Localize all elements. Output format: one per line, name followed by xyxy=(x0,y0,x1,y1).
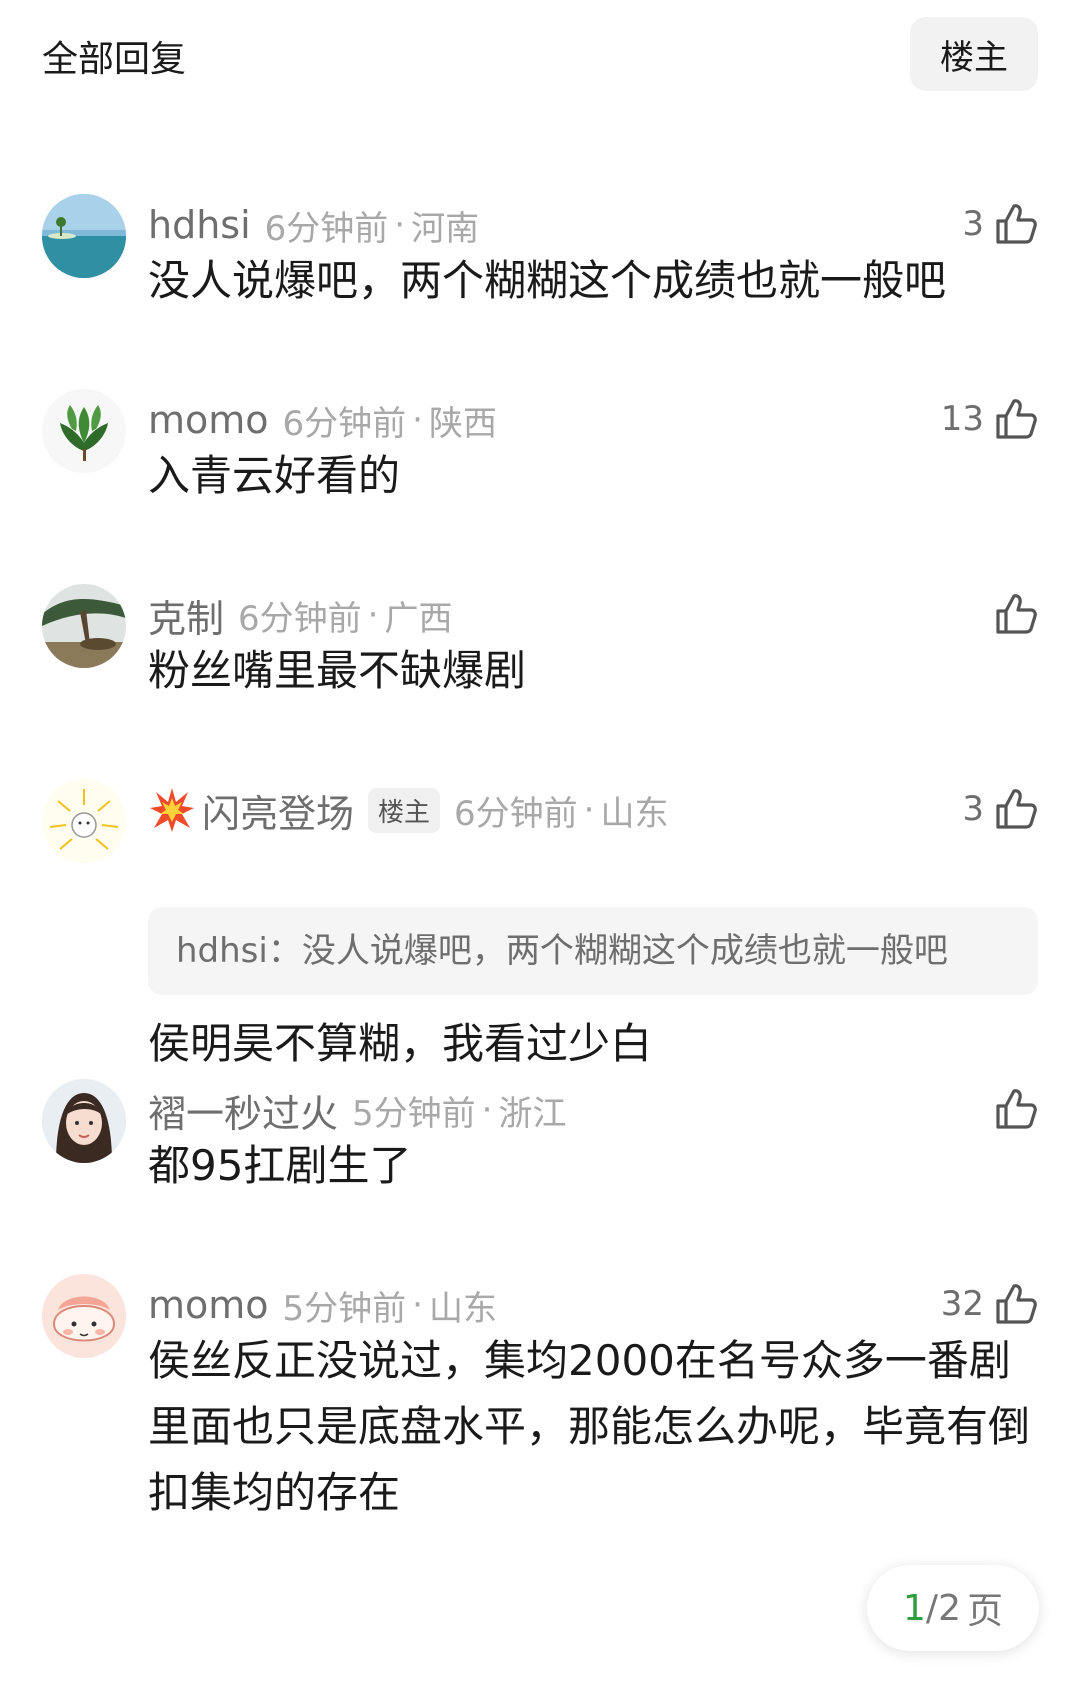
comment-item: momo 5分钟前 · 山东 32 侯丝反正没说过，集均2000在名号众多一番剧… xyxy=(0,1270,1080,1550)
comment-text: 侯明昊不算糊，我看过少白 xyxy=(148,1019,653,1068)
comment-meta: 褶一秒过火 5分钟前 · 浙江 xyxy=(148,1083,567,1138)
separator-dot: · xyxy=(583,790,595,830)
like-button[interactable] xyxy=(984,1081,1040,1137)
like-count: 32 xyxy=(940,1284,984,1324)
separator-dot: · xyxy=(367,595,379,635)
separator-dot: · xyxy=(412,1285,423,1325)
like-button[interactable] xyxy=(984,586,1040,642)
username[interactable]: hdhsi xyxy=(148,203,251,247)
comment-text: 粉丝嘴里最不缺爆剧 xyxy=(148,646,527,695)
comment-meta: momo 5分钟前 · 山东 xyxy=(148,1280,497,1330)
username[interactable]: momo xyxy=(148,398,269,442)
thumbs-up-icon xyxy=(996,594,1037,634)
avatar[interactable] xyxy=(42,584,126,668)
comment-region: 山东 xyxy=(428,1288,497,1329)
separator-dot: · xyxy=(412,400,423,440)
comment-text: 都95扛剧生了 xyxy=(148,1141,412,1190)
comment-text: 没人说爆吧，两个糊糊这个成绩也就一般吧 xyxy=(148,256,947,305)
page-unit: 页 xyxy=(966,1591,1003,1632)
op-badge: 楼主 xyxy=(368,787,441,833)
separator-dot: · xyxy=(394,205,406,245)
like-button[interactable]: 3 xyxy=(962,781,1040,837)
page-title: 全部回复 xyxy=(42,39,187,80)
comment-time: 5分钟前 xyxy=(282,1288,407,1329)
comment-region: 河南 xyxy=(411,208,480,249)
avatar[interactable] xyxy=(42,779,126,863)
comment-meta: 克制 6分钟前 · 广西 xyxy=(148,588,453,643)
like-button[interactable]: 13 xyxy=(941,391,1040,447)
like-button[interactable]: 3 xyxy=(962,196,1040,252)
page-indicator[interactable]: 1 / 2 页 xyxy=(867,1565,1039,1651)
thumbs-up-icon xyxy=(996,1284,1037,1324)
comment-item: momo 6分钟前 · 陕西 13 入青云好看的 xyxy=(0,385,1080,515)
username[interactable]: momo xyxy=(148,1283,269,1327)
quoted-reply[interactable]: hdhsi：没人说爆吧，两个糊糊这个成绩也就一般吧 xyxy=(148,907,1038,995)
thumbs-up-icon xyxy=(996,204,1037,244)
op-only-filter-button[interactable]: 楼主 xyxy=(910,17,1038,91)
like-count: 13 xyxy=(940,399,984,439)
comment-region: 浙江 xyxy=(498,1093,567,1134)
like-count: 3 xyxy=(962,204,984,244)
avatar[interactable] xyxy=(42,1079,126,1163)
comment-region: 广西 xyxy=(384,598,453,639)
comment-item: hdhsi 6分钟前 · 河南 3 没人说爆吧，两个糊糊这个成绩也就一般吧 xyxy=(0,190,1080,320)
comment-time: 6分钟前 xyxy=(264,208,389,249)
username[interactable]: 克制 xyxy=(148,588,224,643)
avatar[interactable] xyxy=(42,389,126,473)
comment-time: 6分钟前 xyxy=(454,793,578,834)
comment-time: 6分钟前 xyxy=(282,403,407,444)
collision-emoji-icon xyxy=(150,788,194,832)
comment-region: 陕西 xyxy=(428,403,497,444)
comment-meta: hdhsi 6分钟前 · 河南 xyxy=(148,200,479,250)
current-page: 1 xyxy=(903,1587,926,1629)
username[interactable]: 褶一秒过火 xyxy=(148,1083,338,1138)
page-separator: / xyxy=(925,1587,939,1629)
comment-item: 褶一秒过火 5分钟前 · 浙江 都95扛剧生了 xyxy=(0,1075,1080,1205)
separator-dot: · xyxy=(481,1090,493,1130)
comment-time: 5分钟前 xyxy=(352,1093,476,1134)
reply-header: 全部回复 楼主 xyxy=(0,0,1080,110)
thumbs-up-icon xyxy=(996,399,1037,439)
comment-meta: 闪亮登场 楼主 6分钟前 · 山东 xyxy=(148,783,669,838)
comment-time: 6分钟前 xyxy=(238,598,362,639)
avatar[interactable] xyxy=(42,194,126,278)
total-pages: 2 xyxy=(938,1587,961,1629)
avatar[interactable] xyxy=(42,1274,126,1358)
like-count: 3 xyxy=(962,789,984,829)
comment-meta: momo 6分钟前 · 陕西 xyxy=(148,395,497,445)
thumbs-up-icon xyxy=(996,789,1037,829)
username[interactable]: 闪亮登场 xyxy=(202,783,354,838)
comment-text: 入青云好看的 xyxy=(148,451,401,500)
comment-item: 闪亮登场 楼主 6分钟前 · 山东 3 hdhsi：没人说爆吧，两个糊糊这个成绩… xyxy=(0,775,1080,1075)
comment-item: 克制 6分钟前 · 广西 粉丝嘴里最不缺爆剧 xyxy=(0,580,1080,710)
comment-region: 山东 xyxy=(600,793,669,834)
comment-text: 侯丝反正没说过，集均2000在名号众多一番剧里面也只是底盘水平，那能怎么办呢，毕… xyxy=(148,1336,1031,1517)
thumbs-up-icon xyxy=(996,1089,1037,1129)
like-button[interactable]: 32 xyxy=(941,1276,1040,1332)
